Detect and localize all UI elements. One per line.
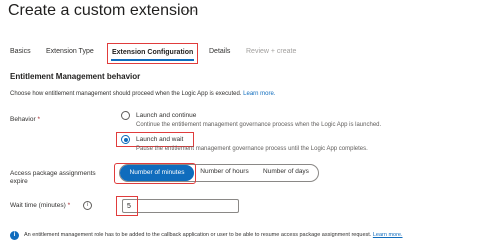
section-heading: Entitlement Management behavior [10,72,141,81]
info-icon[interactable]: i [83,201,92,210]
launch-and-wait-description: Pause the entitlement management governa… [136,146,368,152]
wait-time-input[interactable] [122,199,239,213]
tab-extension-configuration[interactable]: Extension Configuration [107,43,199,64]
section-description: Choose how entitlement management should… [10,91,276,97]
behavior-label-text: Behavior [10,116,36,123]
tab-selected-underline [111,59,195,61]
launch-and-continue-label[interactable]: Launch and continue [136,112,196,119]
launch-and-continue-description: Continue the entitlement management gove… [136,122,382,128]
expire-label: Access package assignments expire [10,170,96,186]
pill-number-of-hours[interactable]: Number of hours [196,165,253,181]
pill-number-of-days[interactable]: Number of days [256,165,316,181]
tab-extension-type[interactable]: Extension Type [46,48,94,55]
tab-details[interactable]: Details [209,48,230,55]
ellipsis-icon[interactable]: ··· [182,3,197,17]
expire-label-line2: expire [10,178,28,185]
footer-note-text: An entitlement management role has to be… [24,232,372,238]
behavior-label: Behavior * [10,116,40,124]
wait-time-label: Wait time (minutes) * [10,202,70,210]
page-title: Create a custom extension [8,2,199,19]
highlight-frame-number-of-minutes [114,163,196,184]
required-marker: * [67,202,71,209]
tab-review-create: Review + create [246,48,297,55]
info-circle-icon: i [10,231,19,240]
expire-label-line1: Access package assignments [10,170,96,177]
footer-note: An entitlement management role has to be… [24,232,403,238]
tab-basics[interactable]: Basics [10,48,31,55]
learn-more-link[interactable]: Learn more. [243,91,275,97]
highlight-frame-wait-time [116,196,138,216]
required-marker: * [37,116,40,123]
radio-launch-and-wait[interactable] [121,135,130,144]
footer-learn-more-link[interactable]: Learn more. [373,232,403,238]
description-text: Choose how entitlement management should… [10,91,242,97]
wait-time-label-text: Wait time (minutes) [10,202,66,209]
tab-extension-configuration-label: Extension Configuration [112,49,194,56]
radio-launch-and-continue[interactable] [121,111,130,120]
launch-and-wait-label[interactable]: Launch and wait [136,136,183,143]
